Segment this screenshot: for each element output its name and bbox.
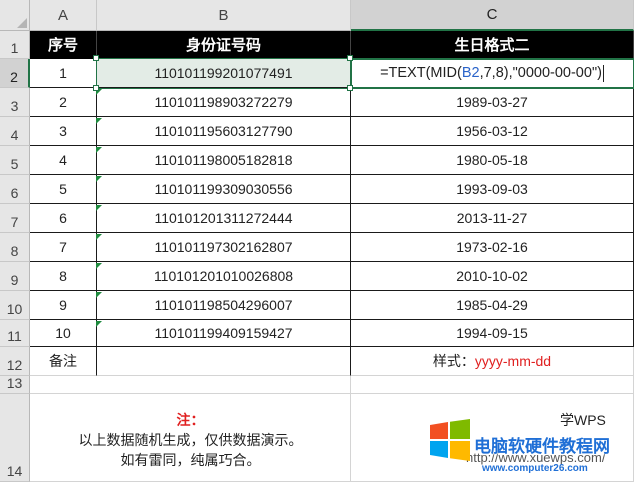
- column-header-c[interactable]: C: [351, 0, 634, 31]
- column-header-b[interactable]: B: [97, 0, 351, 31]
- cell-birthday[interactable]: 1956-03-12: [351, 117, 634, 146]
- text-cursor: [602, 64, 604, 82]
- row-header-11[interactable]: 11: [0, 320, 30, 347]
- spreadsheet: A B C 1 2 3 4 5 6 7 8 9 10 11 12 13 14 序…: [0, 0, 634, 482]
- note-line-2: 如有雷同，纯属巧合。: [120, 452, 261, 468]
- watermark-logo: 电脑软硬件教程网 www.computer26.com: [428, 412, 634, 482]
- cell-seq[interactable]: 7: [30, 233, 97, 262]
- cell-seq[interactable]: 6: [30, 204, 97, 233]
- select-all-corner[interactable]: [0, 0, 30, 31]
- error-indicator-icon[interactable]: [96, 147, 102, 153]
- cell-seq[interactable]: 3: [30, 117, 97, 146]
- resize-handle[interactable]: [347, 55, 353, 61]
- cell-birthday[interactable]: 2013-11-27: [351, 204, 634, 233]
- row-header-1[interactable]: 1: [0, 31, 30, 59]
- row-header-13[interactable]: 13: [0, 375, 30, 394]
- row-header-10[interactable]: 10: [0, 291, 30, 320]
- style-cell[interactable]: 样式： yyyy-mm-dd: [351, 347, 634, 376]
- cell-id[interactable]: 110101201010026808: [97, 262, 351, 291]
- site-url: www.computer26.com: [482, 463, 588, 474]
- error-indicator-icon[interactable]: [96, 118, 102, 124]
- cell-id[interactable]: 110101198504296007: [97, 291, 351, 320]
- cell-birthday[interactable]: 1989-03-27: [351, 88, 634, 117]
- note-title: 注：: [176, 412, 205, 428]
- row-header-14[interactable]: 14: [0, 394, 30, 482]
- resize-handle[interactable]: [93, 55, 99, 61]
- site-name: 电脑软硬件教程网: [474, 437, 610, 456]
- error-indicator-icon[interactable]: [96, 263, 102, 269]
- row-header-12[interactable]: 12: [0, 347, 30, 376]
- cell-seq[interactable]: 2: [30, 88, 97, 117]
- row-header-4[interactable]: 4: [0, 117, 30, 146]
- empty-cell[interactable]: [351, 376, 634, 394]
- remark-label-cell[interactable]: 备注: [30, 347, 97, 376]
- style-value: yyyy-mm-dd: [474, 353, 552, 369]
- empty-cell[interactable]: [97, 376, 351, 394]
- row-header-6[interactable]: 6: [0, 175, 30, 204]
- formula-suffix: ,7,8),"0000-00-00"): [479, 65, 602, 81]
- cell-birthday[interactable]: 1994-09-15: [351, 320, 634, 347]
- error-indicator-icon[interactable]: [96, 176, 102, 182]
- header-cell-seq[interactable]: 序号: [30, 31, 97, 59]
- note-line-1: 以上数据随机生成，仅供数据演示。: [78, 432, 303, 448]
- cell-id[interactable]: 110101198005182818: [97, 146, 351, 175]
- cell-seq[interactable]: 9: [30, 291, 97, 320]
- style-label: 样式：: [432, 353, 475, 369]
- empty-cell[interactable]: [30, 376, 97, 394]
- row-header-3[interactable]: 3: [0, 88, 30, 117]
- error-indicator-icon[interactable]: [96, 321, 102, 327]
- cell-id[interactable]: 110101198903272279: [97, 88, 351, 117]
- windows-logo-icon: [430, 419, 470, 461]
- header-cell-id[interactable]: 身份证号码: [97, 31, 351, 59]
- resize-handle[interactable]: [347, 85, 353, 91]
- formula-prefix: =TEXT(MID(: [380, 65, 462, 81]
- cell-birthday[interactable]: 1973-02-16: [351, 233, 634, 262]
- cell-birthday[interactable]: 1985-04-29: [351, 291, 634, 320]
- row-header-2[interactable]: 2: [0, 59, 30, 88]
- cell-seq[interactable]: 8: [30, 262, 97, 291]
- row-header-8[interactable]: 8: [0, 233, 30, 262]
- row-header-5[interactable]: 5: [0, 146, 30, 175]
- cell-id[interactable]: 110101197302162807: [97, 233, 351, 262]
- remark-empty-cell[interactable]: [97, 347, 351, 376]
- error-indicator-icon[interactable]: [96, 234, 102, 240]
- formula-ref: B2: [461, 65, 480, 81]
- cell-seq[interactable]: 4: [30, 146, 97, 175]
- cell-birthday[interactable]: 1980-05-18: [351, 146, 634, 175]
- cell-id[interactable]: 110101199309030556: [97, 175, 351, 204]
- error-indicator-icon[interactable]: [96, 205, 102, 211]
- row-header-7[interactable]: 7: [0, 204, 30, 233]
- cell-seq[interactable]: 5: [30, 175, 97, 204]
- column-header-a[interactable]: A: [30, 0, 97, 31]
- header-cell-birthday[interactable]: 生日格式二: [351, 31, 634, 59]
- cell-birthday[interactable]: 2010-10-02: [351, 262, 634, 291]
- cell-id[interactable]: 110101195603127790: [97, 117, 351, 146]
- error-indicator-icon[interactable]: [96, 292, 102, 298]
- cell-seq[interactable]: 10: [30, 320, 97, 347]
- cell-formula-editing[interactable]: =TEXT(MID(B2,7,8),"0000-00-00"): [351, 59, 634, 88]
- cell-birthday[interactable]: 1993-09-03: [351, 175, 634, 204]
- resize-handle[interactable]: [93, 85, 99, 91]
- cell-id[interactable]: 110101199409159427: [97, 320, 351, 347]
- row-header-9[interactable]: 9: [0, 262, 30, 291]
- cell-id[interactable]: 110101201311272444: [97, 204, 351, 233]
- cell-id[interactable]: 110101199201077491: [97, 59, 351, 88]
- cell-seq[interactable]: 1: [30, 59, 97, 88]
